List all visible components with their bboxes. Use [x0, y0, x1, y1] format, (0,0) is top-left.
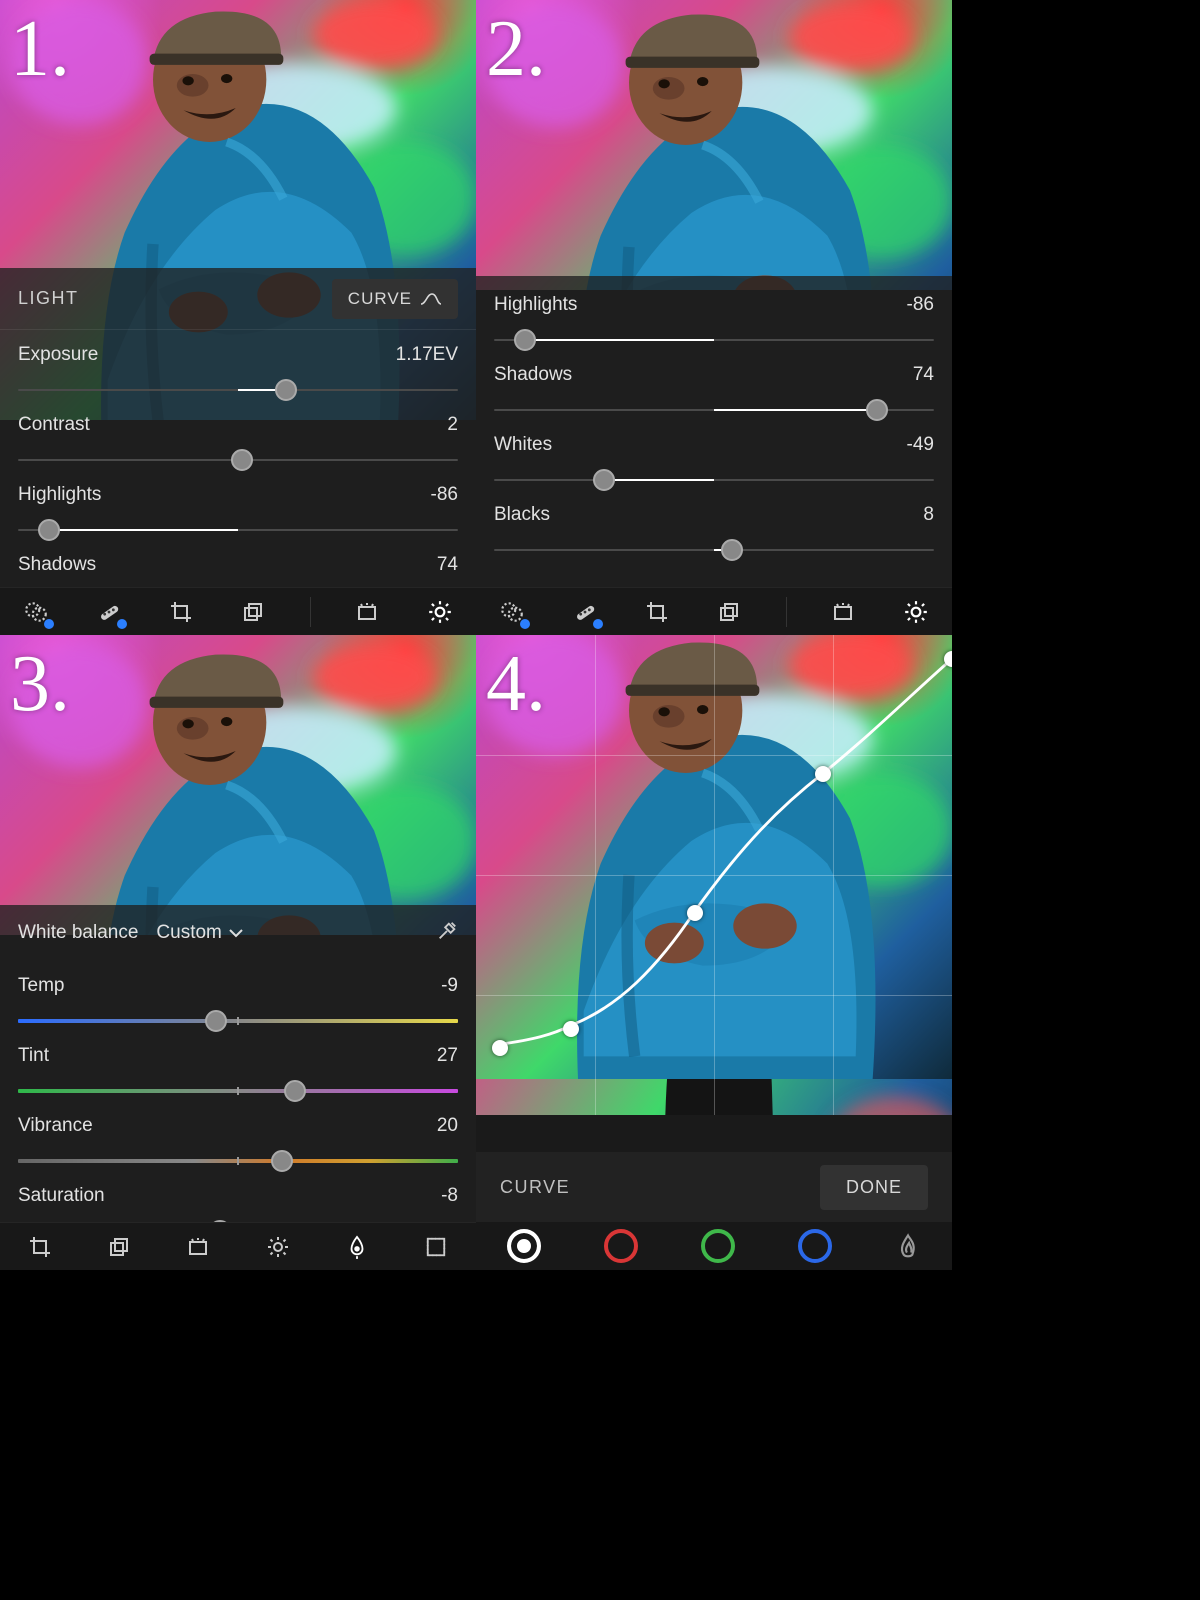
curve-point[interactable]: [687, 905, 703, 921]
slider-temp[interactable]: Temp -9: [18, 961, 458, 1031]
bottom-toolbar: [0, 587, 476, 635]
slider-value: -8: [441, 1185, 458, 1207]
preview-photo: [476, 0, 952, 290]
filters-icon[interactable]: [20, 596, 52, 628]
curve-overlay[interactable]: [476, 635, 952, 1115]
panel-1: 1. LIGHT CURVE Exposure 1.17EV Contrast 2 …: [0, 0, 476, 635]
slider-shadows-header[interactable]: Shadows 74: [18, 540, 458, 576]
slider-vibrance[interactable]: Vibrance 20: [18, 1101, 458, 1171]
channel-red[interactable]: [604, 1229, 638, 1263]
light-controls: LIGHT CURVE Exposure 1.17EV Contrast 2 Hig…: [0, 268, 476, 587]
slider-value: 20: [437, 1115, 458, 1137]
preview-photo: [0, 635, 476, 935]
heal-icon[interactable]: [93, 596, 125, 628]
light-controls-2: Highlights -86 Shadows 74 Whites -49 Blacks…: [476, 276, 952, 587]
slider-label: Blacks: [494, 504, 550, 526]
section-title-light: LIGHT: [18, 288, 79, 309]
done-label: DONE: [846, 1177, 902, 1197]
slider-label: Vibrance: [18, 1115, 93, 1137]
slider-label: Shadows: [494, 364, 572, 386]
eyedropper-icon[interactable]: [436, 920, 458, 947]
slider-value: 2: [447, 414, 458, 436]
slider-highlights[interactable]: Highlights -86: [494, 280, 934, 350]
slider-value: -86: [431, 484, 458, 506]
slider-blacks[interactable]: Blacks 8: [494, 490, 934, 560]
slider-value: 74: [437, 554, 458, 576]
curve-point[interactable]: [815, 766, 831, 782]
panel-3: 3. White balance Custom Temp -9 Tint 27 Vi…: [0, 635, 476, 1270]
crop-icon[interactable]: [165, 596, 197, 628]
presets-icon[interactable]: [713, 596, 745, 628]
slider-shadows[interactable]: Shadows 74: [494, 350, 934, 420]
slider-label: Exposure: [18, 344, 98, 366]
presets-icon[interactable]: [103, 1231, 135, 1263]
heal-icon[interactable]: [569, 596, 601, 628]
bottom-toolbar: [0, 1222, 476, 1270]
step-number: 3.: [10, 639, 70, 730]
filters-icon[interactable]: [496, 596, 528, 628]
crop-icon[interactable]: [24, 1231, 56, 1263]
slider-contrast[interactable]: Contrast 2: [18, 400, 458, 470]
panel-2: 2. Highlights -86 Shadows 74 Whites -49 Bla…: [476, 0, 952, 635]
slider-value: 74: [913, 364, 934, 386]
light-icon[interactable]: [900, 596, 932, 628]
channel-green[interactable]: [701, 1229, 735, 1263]
slider-value: -9: [441, 975, 458, 997]
slider-label: Contrast: [18, 414, 90, 436]
tutorial-grid: 1. LIGHT CURVE Exposure 1.17EV Contrast 2 …: [0, 0, 952, 1270]
slider-label: Tint: [18, 1045, 49, 1067]
channel-rgb[interactable]: [507, 1229, 541, 1263]
color-controls: White balance Custom Temp -9 Tint 27 Vibra…: [0, 905, 476, 1222]
slider-highlights[interactable]: Highlights -86: [18, 470, 458, 540]
white-balance-select[interactable]: Custom: [156, 922, 243, 944]
slider-value: -49: [907, 434, 934, 456]
curve-button[interactable]: CURVE: [332, 279, 458, 319]
step-number: 2.: [486, 4, 546, 95]
white-balance-label: White balance: [18, 922, 138, 944]
curve-icon: [420, 292, 442, 306]
curve-point[interactable]: [492, 1040, 508, 1056]
curve-channel-bar: [476, 1222, 952, 1270]
slider-label: Shadows: [18, 554, 96, 576]
bottom-toolbar: [476, 587, 952, 635]
step-number: 1.: [10, 4, 70, 95]
light-icon[interactable]: [424, 596, 456, 628]
curve-footer: CURVE DONE: [476, 1152, 952, 1222]
channel-blue[interactable]: [798, 1229, 832, 1263]
effects-icon[interactable]: [420, 1231, 452, 1263]
auto-icon[interactable]: [827, 596, 859, 628]
curve-title: CURVE: [500, 1177, 570, 1198]
auto-icon[interactable]: [182, 1231, 214, 1263]
slider-whites[interactable]: Whites -49: [494, 420, 934, 490]
presets-icon[interactable]: [237, 596, 269, 628]
curve-button-label: CURVE: [348, 289, 412, 309]
slider-tint[interactable]: Tint 27: [18, 1031, 458, 1101]
white-balance-value: Custom: [156, 922, 221, 944]
slider-exposure[interactable]: Exposure 1.17EV: [18, 330, 458, 400]
crop-icon[interactable]: [641, 596, 673, 628]
slider-value: 8: [923, 504, 934, 526]
parametric-icon[interactable]: [895, 1229, 921, 1264]
chevron-down-icon: [228, 927, 244, 939]
slider-label: Saturation: [18, 1185, 105, 1207]
done-button[interactable]: DONE: [820, 1165, 928, 1210]
slider-label: Highlights: [494, 294, 577, 316]
color-icon[interactable]: [341, 1231, 373, 1263]
auto-icon[interactable]: [351, 596, 383, 628]
light-icon[interactable]: [262, 1231, 294, 1263]
panel-4: 4. CURVE DONE: [476, 635, 952, 1270]
slider-value: 1.17EV: [396, 344, 458, 366]
slider-value: 27: [437, 1045, 458, 1067]
slider-label: Whites: [494, 434, 552, 456]
slider-label: Temp: [18, 975, 64, 997]
step-number: 4.: [486, 639, 546, 730]
slider-value: -86: [907, 294, 934, 316]
curve-point[interactable]: [563, 1021, 579, 1037]
slider-label: Highlights: [18, 484, 101, 506]
